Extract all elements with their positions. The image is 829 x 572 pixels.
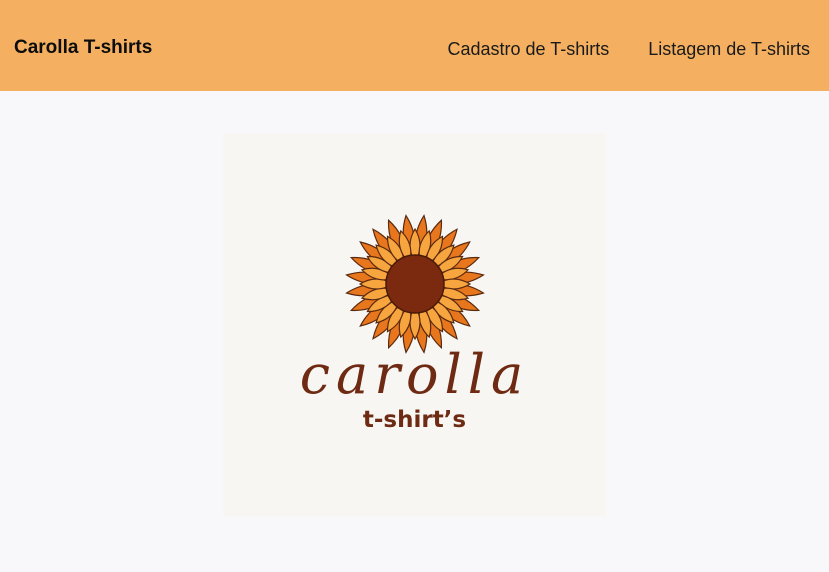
sunflower-icon xyxy=(345,214,485,354)
sunflower-center xyxy=(385,254,445,314)
nav-link-listagem[interactable]: Listagem de T-shirts xyxy=(648,37,810,61)
brand-link[interactable]: Carolla T-shirts xyxy=(14,36,152,60)
brand-logo: carolla t-shirt’s xyxy=(223,133,606,516)
logo-script-text: carolla xyxy=(299,343,530,406)
logo-sub-text: t-shirt’s xyxy=(362,407,467,433)
top-navbar: Carolla T-shirts Cadastro de T-shirts Li… xyxy=(0,0,829,91)
main-nav: Cadastro de T-shirts Listagem de T-shirt… xyxy=(448,37,811,61)
nav-link-cadastro[interactable]: Cadastro de T-shirts xyxy=(448,37,610,61)
